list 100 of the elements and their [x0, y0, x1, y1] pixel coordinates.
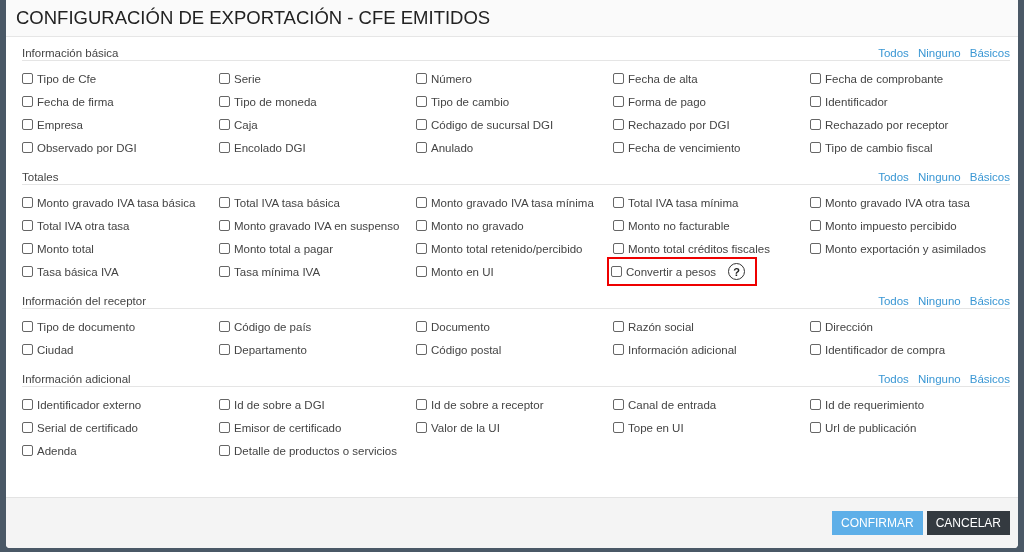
checkbox[interactable] [613, 96, 624, 107]
checkbox[interactable] [22, 266, 33, 277]
select-link[interactable]: Ninguno [917, 295, 961, 307]
option-label: Identificador externo [37, 398, 142, 411]
checkbox[interactable] [613, 220, 624, 231]
checkbox[interactable] [613, 399, 624, 410]
checkbox[interactable] [613, 142, 624, 153]
checkbox[interactable] [219, 243, 230, 254]
option-label: Total IVA otra tasa [37, 219, 130, 232]
checkbox[interactable] [613, 243, 624, 254]
checkbox[interactable] [416, 243, 427, 254]
option-label: Fecha de firma [37, 95, 114, 108]
option-label: Tipo de cambio fiscal [825, 141, 933, 154]
option-label: Rechazado por receptor [825, 118, 949, 131]
checkbox[interactable] [22, 197, 33, 208]
checkbox[interactable] [613, 73, 624, 84]
checkbox[interactable] [219, 321, 230, 332]
option-label: Identificador de compra [825, 343, 946, 356]
checkbox[interactable] [613, 344, 624, 355]
option-label: Departamento [234, 343, 307, 356]
checkbox[interactable] [219, 422, 230, 433]
checkbox[interactable] [22, 344, 33, 355]
checkbox[interactable] [22, 142, 33, 153]
checkbox[interactable] [416, 197, 427, 208]
option-label: Monto impuesto percibido [825, 219, 957, 232]
checkbox[interactable] [416, 266, 427, 277]
checkbox[interactable] [22, 119, 33, 130]
select-link[interactable]: Ninguno [917, 373, 961, 385]
checkbox[interactable] [613, 119, 624, 130]
checkbox[interactable] [219, 197, 230, 208]
option-label: Ciudad [37, 343, 74, 356]
checkbox[interactable] [613, 197, 624, 208]
option-label: Tasa mínima IVA [234, 265, 321, 278]
checkbox[interactable] [613, 422, 624, 433]
checkbox[interactable] [219, 142, 230, 153]
select-link[interactable]: Todos [878, 295, 909, 307]
checkbox[interactable] [219, 220, 230, 231]
option-label: Detalle de productos o servicios [234, 444, 397, 457]
checkbox[interactable] [219, 266, 230, 277]
select-link[interactable]: Básicos [969, 373, 1010, 385]
checkbox[interactable] [416, 220, 427, 231]
option-label: Forma de pago [628, 95, 706, 108]
option-label: Url de publicación [825, 421, 917, 434]
checkbox[interactable] [22, 96, 33, 107]
checkbox[interactable] [22, 220, 33, 231]
checkbox[interactable] [810, 142, 821, 153]
checkbox[interactable] [416, 142, 427, 153]
option-label: Tasa básica IVA [37, 265, 119, 278]
checkbox[interactable] [219, 119, 230, 130]
checkbox[interactable] [219, 445, 230, 456]
select-link[interactable]: Básicos [969, 295, 1010, 307]
option-label: Monto total a pagar [234, 242, 334, 255]
select-link[interactable]: Todos [878, 171, 909, 183]
confirm-button[interactable]: CONFIRMAR [831, 511, 923, 535]
checkbox[interactable] [810, 321, 821, 332]
checkbox[interactable] [810, 197, 821, 208]
checkbox[interactable] [611, 266, 622, 277]
option-label: Id de requerimiento [825, 398, 925, 411]
option-label: Monto en UI [431, 265, 494, 278]
checkbox[interactable] [22, 399, 33, 410]
checkbox[interactable] [416, 422, 427, 433]
option-label: Anulado [431, 141, 474, 154]
checkbox[interactable] [22, 321, 33, 332]
option-label: Tope en UI [628, 421, 684, 434]
select-link[interactable]: Ninguno [917, 47, 961, 59]
checkbox[interactable] [416, 399, 427, 410]
checkbox[interactable] [810, 243, 821, 254]
section-title: Información básica [22, 47, 119, 59]
select-link[interactable]: Ninguno [917, 171, 961, 183]
checkbox[interactable] [22, 445, 33, 456]
checkbox[interactable] [810, 344, 821, 355]
checkbox[interactable] [22, 243, 33, 254]
checkbox[interactable] [22, 422, 33, 433]
checkbox[interactable] [416, 344, 427, 355]
checkbox[interactable] [219, 399, 230, 410]
cancel-button[interactable]: CANCELAR [926, 511, 1010, 535]
checkbox[interactable] [810, 220, 821, 231]
checkbox[interactable] [416, 96, 427, 107]
option-label: Número [431, 72, 472, 85]
section-title: Información adicional [22, 373, 131, 385]
checkbox[interactable] [219, 96, 230, 107]
checkbox[interactable] [810, 119, 821, 130]
option-label: Empresa [37, 118, 84, 131]
checkbox[interactable] [613, 321, 624, 332]
option-label: Convertir a pesos [626, 265, 717, 278]
checkbox[interactable] [810, 422, 821, 433]
option-label: Razón social [628, 320, 694, 333]
checkbox[interactable] [22, 73, 33, 84]
checkbox[interactable] [416, 119, 427, 130]
checkbox[interactable] [810, 96, 821, 107]
checkbox[interactable] [416, 321, 427, 332]
checkbox[interactable] [219, 344, 230, 355]
checkbox[interactable] [416, 73, 427, 84]
select-link[interactable]: Todos [878, 47, 909, 59]
select-link[interactable]: Básicos [969, 47, 1010, 59]
checkbox[interactable] [219, 73, 230, 84]
checkbox[interactable] [810, 399, 821, 410]
checkbox[interactable] [810, 73, 821, 84]
select-link[interactable]: Básicos [969, 171, 1010, 183]
select-link[interactable]: Todos [878, 373, 909, 385]
